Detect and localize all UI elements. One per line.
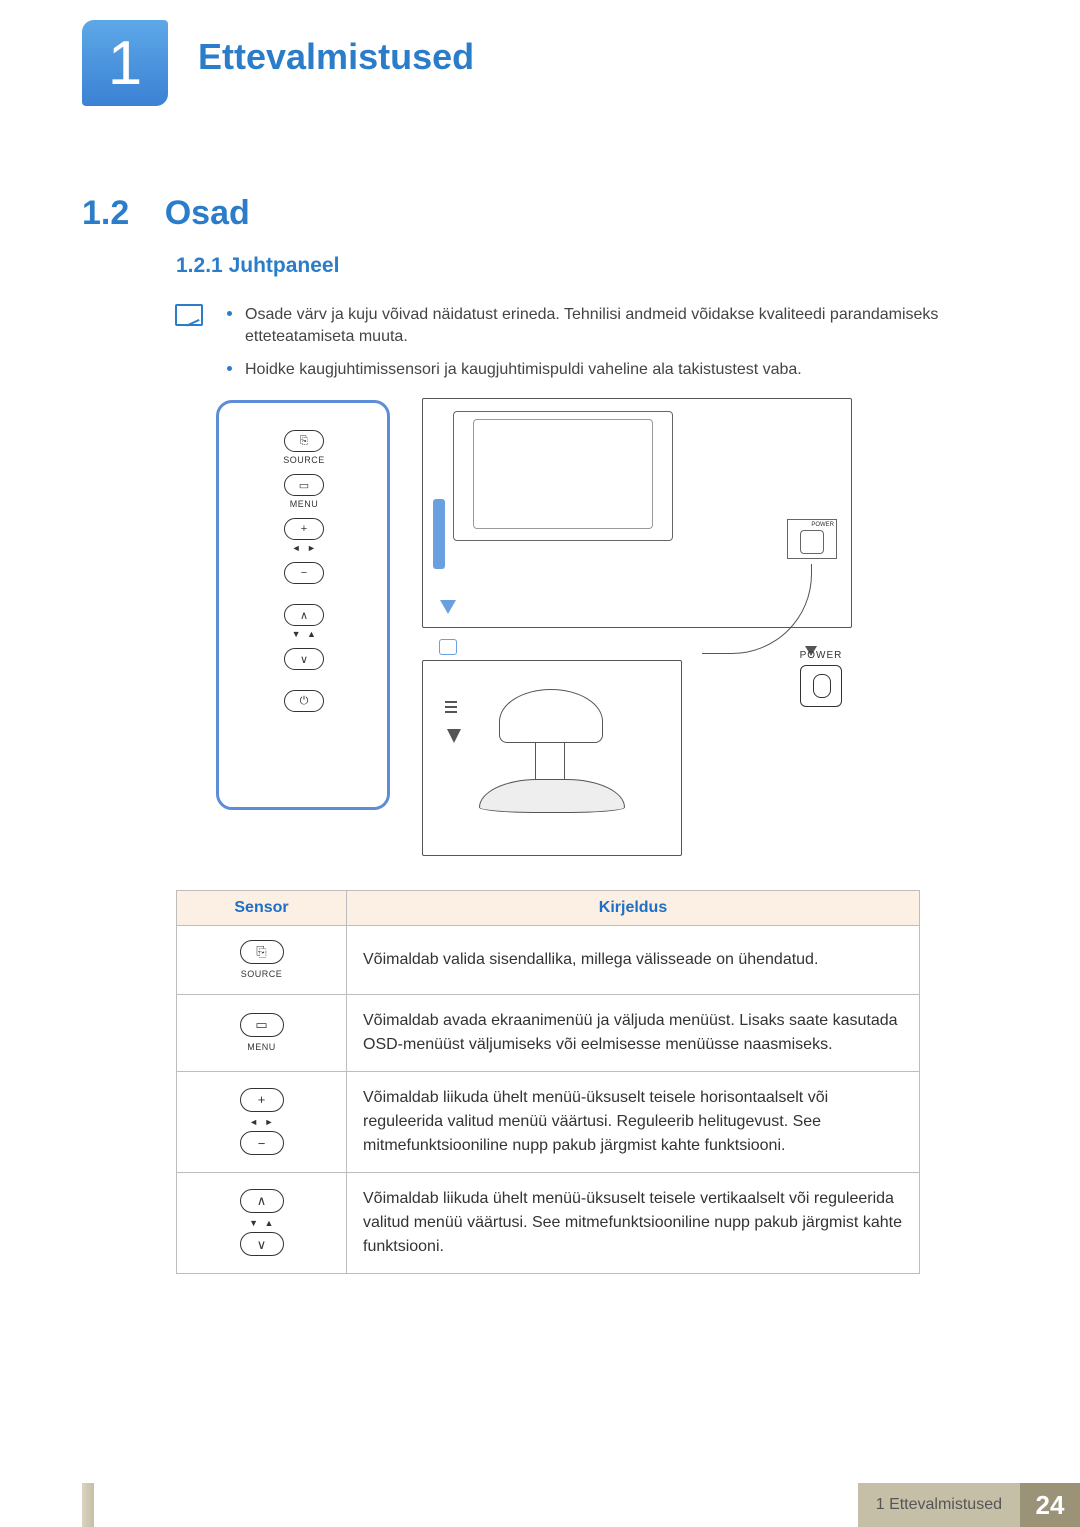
chapter-number: 1 bbox=[108, 28, 142, 99]
page-footer: 1 Ettevalmistused 24 bbox=[0, 1483, 1080, 1527]
note-item: Hoidke kaugjuhtimissensori ja kaugjuhtim… bbox=[227, 359, 975, 381]
table-header-sensor: Sensor bbox=[177, 891, 347, 926]
desc-cell: Võimaldab avada ekraanimenüü ja väljuda … bbox=[347, 994, 920, 1071]
down-arrow-icon bbox=[447, 729, 461, 743]
power-box-icon: POWER bbox=[787, 519, 837, 559]
source-button-icon: ⎘ bbox=[240, 940, 284, 964]
power-detail: POWER bbox=[786, 650, 856, 707]
sensor-cell: ▭ MENU bbox=[177, 994, 347, 1071]
power-socket-icon bbox=[800, 665, 842, 707]
desc-cell: Võimaldab valida sisendallika, millega v… bbox=[347, 926, 920, 995]
sensor-description-table: Sensor Kirjeldus ⎘ SOURCE Võimaldab vali… bbox=[176, 890, 920, 1274]
sensor-cell: ∧ ∨ bbox=[177, 1172, 347, 1273]
sensor-cell: ⎘ SOURCE bbox=[177, 926, 347, 995]
subsection-heading: 1.2.1 Juhtpaneel bbox=[176, 254, 339, 278]
note-item: Osade värv ja kuju võivad näidatust erin… bbox=[227, 304, 975, 349]
section-title: Osad bbox=[165, 194, 250, 232]
chapter-tab: 1 bbox=[82, 20, 168, 106]
sensor-cell: + − bbox=[177, 1071, 347, 1172]
panel-slot-icon bbox=[433, 499, 445, 569]
down-button-icon: ∨ bbox=[284, 648, 324, 670]
lr-arrows-icon bbox=[181, 1116, 342, 1130]
note-icon bbox=[175, 304, 203, 326]
minus-button-icon: − bbox=[284, 562, 324, 584]
sensor-sublabel: MENU bbox=[181, 1041, 342, 1055]
table-row: ▭ MENU Võimaldab avada ekraanimenüü ja v… bbox=[177, 994, 920, 1071]
up-button-icon: ∧ bbox=[284, 604, 324, 626]
callout-curve-icon bbox=[702, 564, 812, 654]
plus-button-icon: + bbox=[284, 518, 324, 540]
table-header-desc: Kirjeldus bbox=[347, 891, 920, 926]
desc-cell: Võimaldab liikuda ühelt menüü-üksuselt t… bbox=[347, 1071, 920, 1172]
note-block: Osade värv ja kuju võivad näidatust erin… bbox=[175, 304, 975, 391]
footer-chapter-text: 1 Ettevalmistused bbox=[858, 1483, 1020, 1527]
table-row: ∧ ∨ Võimaldab liikuda ühelt menüü-üksuse… bbox=[177, 1172, 920, 1273]
down-button-icon: ∨ bbox=[240, 1232, 284, 1256]
section-heading: 1.2 Osad bbox=[82, 194, 250, 233]
ud-arrows-icon bbox=[181, 1217, 342, 1231]
desc-cell: Võimaldab liikuda ühelt menüü-üksuselt t… bbox=[347, 1172, 920, 1273]
subsection-title: Juhtpaneel bbox=[229, 254, 340, 277]
source-button-icon: ⎘ bbox=[284, 430, 324, 452]
pointer-arrow-icon bbox=[440, 600, 456, 614]
panel-label-ud bbox=[292, 629, 317, 639]
up-button-icon: ∧ bbox=[240, 1189, 284, 1213]
power-button-icon: ⏻ bbox=[284, 690, 324, 712]
sensor-port-icon bbox=[439, 639, 457, 655]
table-row: ⎘ SOURCE Võimaldab valida sisendallika, … bbox=[177, 926, 920, 995]
menu-button-icon: ▭ bbox=[284, 474, 324, 496]
chapter-title: Ettevalmistused bbox=[198, 36, 474, 78]
minus-button-icon: − bbox=[240, 1131, 284, 1155]
note-list: Osade värv ja kuju võivad näidatust erin… bbox=[227, 304, 975, 391]
sensor-sublabel: SOURCE bbox=[181, 968, 342, 982]
plus-button-icon: + bbox=[240, 1088, 284, 1112]
panel-label-menu: MENU bbox=[290, 499, 319, 509]
panel-label-lr bbox=[292, 543, 317, 553]
section-number: 1.2 bbox=[82, 194, 129, 232]
power-label: POWER bbox=[786, 650, 856, 661]
subsection-number: 1.2.1 bbox=[176, 254, 223, 277]
panel-frame: ⎘ SOURCE ▭ MENU + − ∧ ∨ ⏻ bbox=[216, 400, 390, 810]
table-row: + − Võimaldab liikuda ühelt menüü-üksuse… bbox=[177, 1071, 920, 1172]
footer-page-number: 24 bbox=[1020, 1483, 1080, 1527]
panel-label-source: SOURCE bbox=[283, 455, 325, 465]
menu-button-icon: ▭ bbox=[240, 1013, 284, 1037]
control-panel-diagram: ⎘ SOURCE ▭ MENU + − ∧ ∨ ⏻ POWER POWER bbox=[216, 400, 856, 860]
stand-diagram bbox=[422, 660, 682, 856]
